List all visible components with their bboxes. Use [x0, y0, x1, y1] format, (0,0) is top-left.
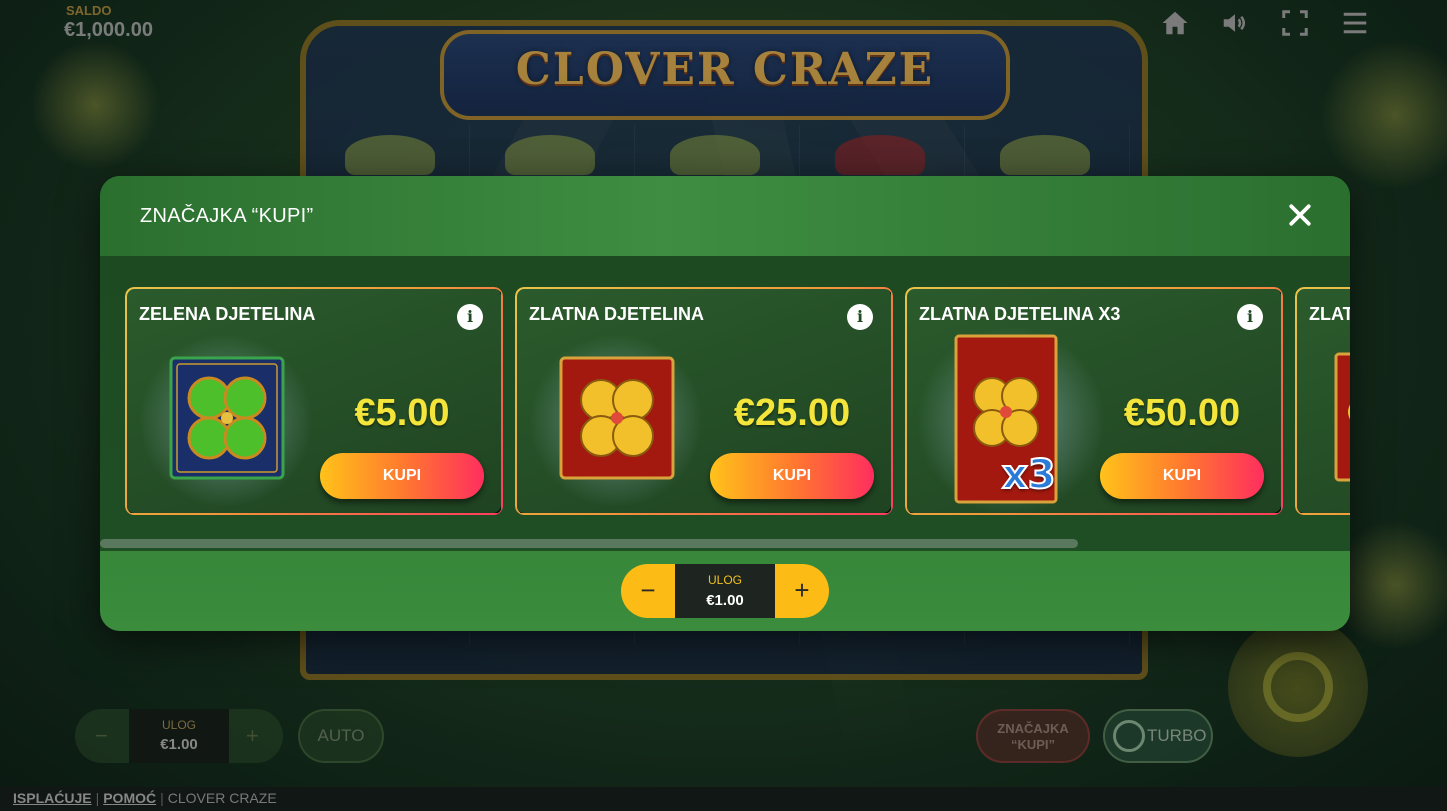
stake-minus-button[interactable]: − — [621, 564, 675, 618]
buy-button[interactable]: KUPI — [710, 453, 874, 499]
buy-button[interactable]: KUPI — [320, 453, 484, 499]
stake-control: − ULOG €1.00 + — [621, 564, 829, 618]
card-title: ZLATNA DJETELINA — [1309, 304, 1350, 324]
stake-display: ULOG €1.00 — [675, 564, 775, 618]
modal-title: ZNAČAJKA “KUPI” — [140, 205, 314, 227]
green-clover-icon — [169, 356, 285, 480]
stake-plus-button[interactable]: + — [775, 564, 829, 618]
feature-card-gold-clover: ZLATNA DJETELINA i €25.00 KUPI — [515, 287, 892, 514]
buy-feature-modal: ZNAČAJKA “KUPI” ZELENA DJETELINA i €5.00… — [100, 176, 1350, 631]
card-price: €50.00 — [1123, 392, 1241, 434]
card-price: €25.00 — [733, 392, 851, 434]
info-icon[interactable]: i — [457, 304, 483, 330]
stake-label: ULOG — [707, 573, 742, 587]
feature-card-partial: ZLATNA DJETELINA — [1295, 287, 1350, 514]
card-title: ZLATNA DJETELINA — [529, 304, 704, 324]
card-title: ZELENA DJETELINA — [139, 304, 316, 324]
game-screen: CLOVER CRAZE SALDO €1,000.00 − ULOG €1.0… — [0, 0, 1447, 811]
cards-scrollbar[interactable] — [100, 539, 1078, 548]
multiplier-badge: x3 — [1001, 451, 1057, 499]
card-title: ZLATNA DJETELINA X3 — [919, 304, 1121, 324]
feature-card-green-clover: ZELENA DJETELINA i €5.00 KUPI — [125, 287, 502, 514]
info-icon[interactable]: i — [1237, 304, 1263, 330]
gold-clover-icon — [559, 356, 675, 480]
buy-button[interactable]: KUPI — [1100, 453, 1264, 499]
stake-value: €1.00 — [706, 592, 744, 609]
gold-clover-icon — [1334, 352, 1350, 482]
close-icon[interactable] — [1285, 200, 1315, 230]
feature-card-gold-clover-x3: ZLATNA DJETELINA X3 i x3 €50.00 KUPI — [905, 287, 1282, 516]
modal-header: ZNAČAJKA “KUPI” — [100, 176, 1350, 256]
info-icon[interactable]: i — [847, 304, 873, 330]
modal-footer: − ULOG €1.00 + — [100, 551, 1350, 631]
card-price: €5.00 — [354, 392, 450, 434]
